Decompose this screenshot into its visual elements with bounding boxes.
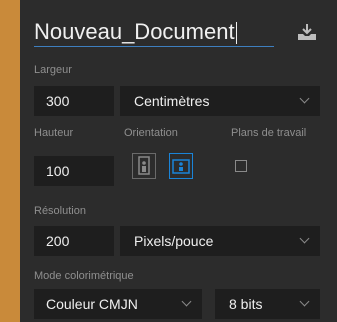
height-input[interactable]: 100 (34, 156, 114, 186)
artboards-label: Plans de travail (231, 127, 307, 139)
color-mode-value: Couleur CMJN (46, 296, 138, 312)
color-mode-select[interactable]: Couleur CMJN (34, 289, 202, 319)
text-caret (235, 22, 237, 45)
document-settings-panel: Nouveau_Document Largeur 300 Centimètres… (20, 0, 337, 322)
landscape-orientation-button[interactable] (169, 153, 193, 179)
portrait-orientation-button[interactable] (132, 153, 156, 179)
resolution-unit-select[interactable]: Pixels/pouce (120, 226, 320, 256)
chevron-down-icon (299, 93, 310, 104)
chevron-down-icon (299, 296, 310, 307)
resolution-unit-value: Pixels/pouce (134, 233, 214, 249)
resolution-label: Résolution (34, 205, 86, 217)
document-name-text: Nouveau_Document (34, 19, 235, 44)
chevron-down-icon (181, 296, 192, 307)
save-preset-icon[interactable] (297, 23, 317, 41)
chevron-down-icon (299, 233, 310, 244)
resolution-input[interactable]: 200 (34, 226, 114, 256)
artboards-checkbox[interactable] (235, 160, 247, 172)
height-label: Hauteur (34, 127, 74, 139)
portrait-icon (138, 156, 150, 175)
color-mode-label: Mode colorimétrique (34, 270, 134, 282)
bit-depth-value: 8 bits (229, 296, 263, 312)
width-unit-select[interactable]: Centimètres (120, 86, 320, 116)
document-name-field[interactable]: Nouveau_Document (34, 18, 274, 47)
width-label: Largeur (34, 64, 72, 76)
width-unit-value: Centimètres (134, 93, 210, 109)
landscape-icon (172, 159, 190, 174)
bit-depth-select[interactable]: 8 bits (215, 289, 320, 319)
orientation-label: Orientation (124, 127, 178, 139)
width-input[interactable]: 300 (34, 86, 114, 116)
